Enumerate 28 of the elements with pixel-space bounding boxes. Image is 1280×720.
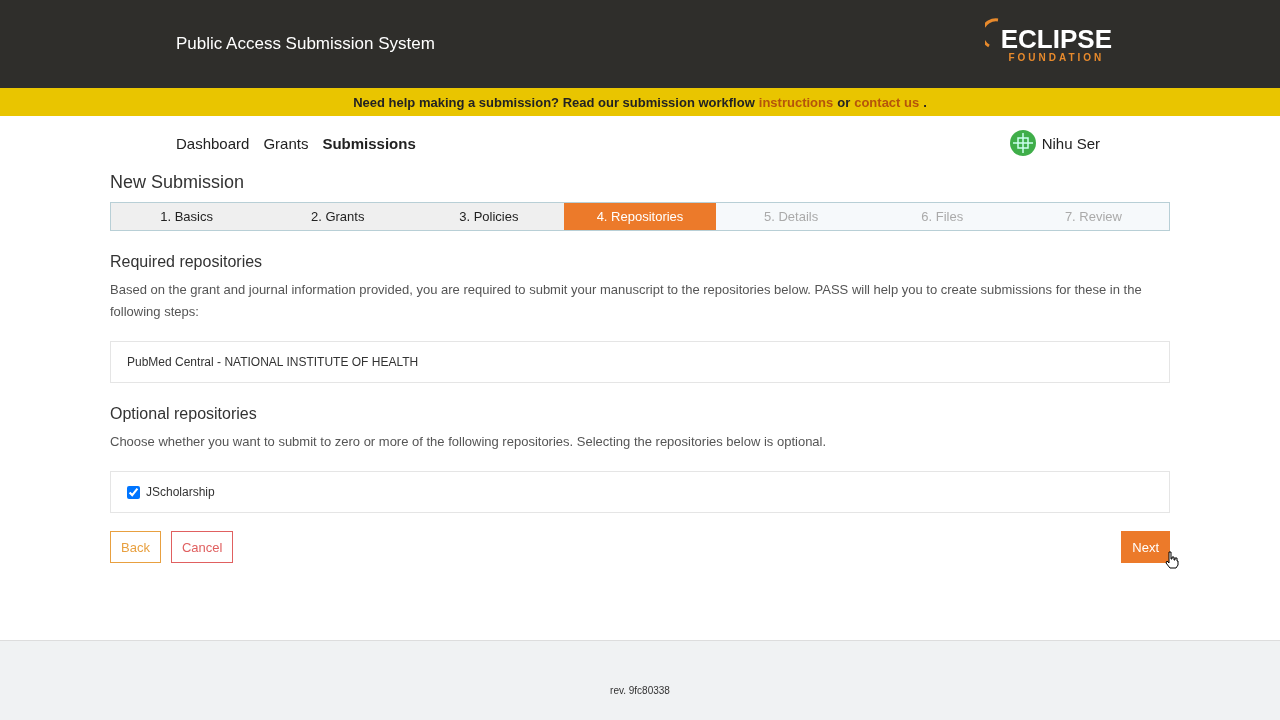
logo-text: ECLIPSE	[1000, 25, 1112, 52]
step-tab[interactable]: 4. Repositories	[564, 203, 716, 230]
next-button[interactable]: Next	[1121, 531, 1170, 563]
banner-text: Need help making a submission? Read our submission workflow	[353, 94, 755, 110]
avatar-icon	[1009, 130, 1036, 156]
repository-label: JScholarship	[146, 485, 215, 499]
app-title: Public Access Submission System	[176, 34, 435, 54]
cancel-button[interactable]: Cancel	[170, 531, 234, 563]
nav-link[interactable]: Submissions	[322, 134, 416, 152]
banner-text: .	[923, 94, 927, 110]
nav-link[interactable]: Grants	[263, 134, 309, 152]
section-heading: Required repositories	[110, 253, 264, 271]
page-title: New Submission	[110, 172, 246, 193]
repository-checkbox[interactable]	[127, 485, 140, 499]
logo-subtext: FOUNDATION	[1008, 51, 1105, 63]
revision-text: rev. 9fc80338	[610, 685, 670, 696]
hand-cursor-icon	[1165, 551, 1180, 569]
contact-link[interactable]: contact us	[854, 94, 920, 110]
instructions-link[interactable]: instructions	[758, 94, 834, 110]
banner-text: or	[837, 94, 851, 110]
section-text: Based on the grant and journal information provided, you are required to submit your manuscript to the repositories below. PASS will help you to create submissions for these in the following steps:	[110, 281, 1143, 321]
user-name[interactable]: Nihu Ser	[1041, 134, 1100, 152]
section-text: Choose whether you want to submit to zero or more of the following repositories. Selecting the repositories below is optional.	[110, 433, 828, 451]
section-heading: Optional repositories	[110, 405, 258, 423]
back-button[interactable]: Back	[110, 531, 161, 563]
nav-link[interactable]: Dashboard	[176, 134, 250, 152]
repository-item: PubMed Central - NATIONAL INSTITUTE OF HEALTH	[110, 341, 1170, 383]
arc-icon	[984, 17, 999, 48]
